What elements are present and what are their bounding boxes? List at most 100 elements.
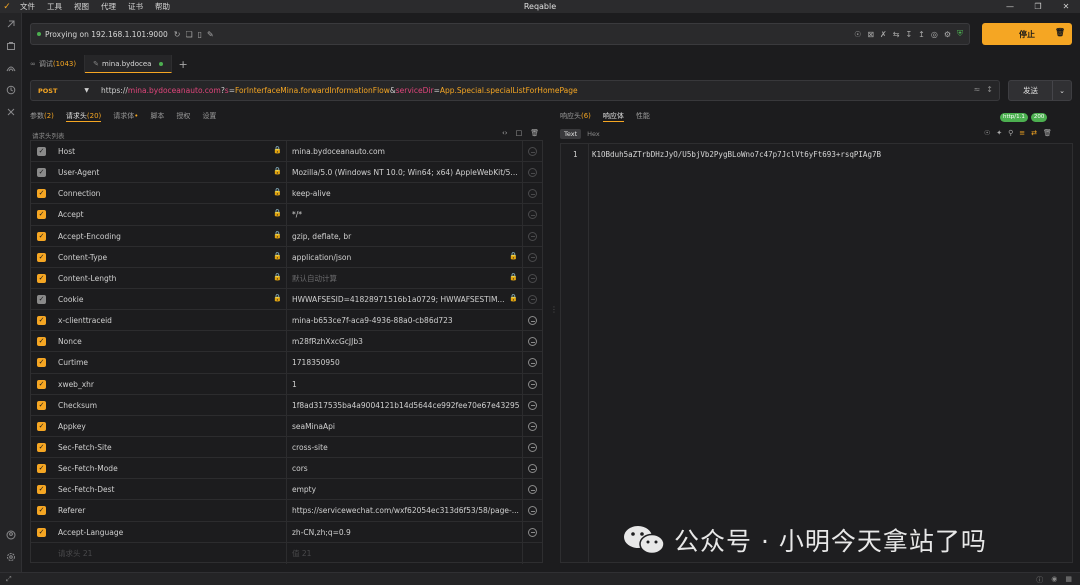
tab-params[interactable]: 参数(2) (30, 111, 54, 121)
menu-certificate[interactable]: 证书 (122, 0, 149, 13)
remove-icon[interactable] (528, 506, 537, 516)
header-checkbox[interactable]: ✓ (37, 294, 46, 304)
menu-view[interactable]: 视图 (68, 0, 95, 13)
header-key[interactable]: xweb_xhr (58, 374, 94, 395)
remove-icon[interactable] (528, 464, 537, 474)
header-key[interactable]: User-Agent (58, 162, 99, 183)
header-key[interactable]: Accept-Encoding (58, 226, 121, 247)
filter-icon[interactable]: ⊠ (867, 30, 874, 39)
header-value[interactable]: m28fRzhXxcGcJJb3 (292, 331, 520, 352)
code-icon[interactable]: ‹› (502, 129, 508, 137)
header-value[interactable]: */* (292, 204, 520, 225)
header-checkbox[interactable]: ✓ (37, 316, 46, 326)
trash-icon[interactable]: 🗑 (1043, 129, 1052, 137)
remove-icon[interactable] (528, 273, 537, 283)
panel-splitter[interactable]: ⋮ (550, 305, 558, 314)
header-checkbox[interactable]: ✓ (37, 210, 46, 220)
header-value[interactable]: mina.bydoceanauto.com (292, 141, 520, 162)
header-value[interactable]: https://servicewechat.com/wxf62054ec313d… (292, 500, 520, 521)
tab-response-body[interactable]: 响应体 (602, 111, 624, 122)
signal-icon[interactable] (0, 57, 22, 79)
tab-headers[interactable]: 请求头(20) (65, 111, 102, 122)
menu-help[interactable]: 帮助 (149, 0, 176, 13)
url-expand-icon[interactable]: ↕ (986, 85, 993, 94)
wrap-icon[interactable]: ≡ (1019, 129, 1025, 137)
header-checkbox[interactable]: ✓ (37, 147, 46, 156)
header-key[interactable]: Content-Length (58, 268, 116, 289)
remove-icon[interactable] (528, 358, 537, 368)
tools-cross-icon[interactable]: ✗ (880, 30, 887, 39)
new-header-value-input[interactable]: 值 21 (292, 543, 520, 564)
expand-icon[interactable]: ⤢ (6, 575, 12, 584)
header-checkbox[interactable]: ✓ (37, 506, 46, 516)
header-checkbox[interactable]: ✓ (37, 400, 46, 410)
tab-request[interactable]: ✎ mina.bydocea (85, 55, 173, 73)
header-checkbox[interactable]: ✓ (37, 337, 46, 347)
header-checkbox[interactable]: ✓ (37, 358, 46, 368)
help-icon[interactable]: ⓘ (1036, 575, 1043, 585)
header-checkbox[interactable]: ✓ (37, 168, 46, 178)
header-checkbox[interactable]: ✓ (37, 485, 46, 495)
collection-icon[interactable] (0, 35, 22, 57)
trash-icon[interactable]: 🗑 (530, 129, 539, 137)
url-encode-icon[interactable]: ≈ (974, 85, 981, 94)
header-value[interactable]: HWWAFSESID=41828971516b1a0729; HWWAFSEST… (292, 289, 520, 310)
remove-icon[interactable] (528, 421, 537, 431)
header-value[interactable]: empty (292, 479, 520, 500)
header-value[interactable]: 1718350950 (292, 352, 520, 373)
send-button[interactable]: 发送 ⌄ (1008, 80, 1072, 101)
tools-icon[interactable] (0, 101, 22, 123)
settings-icon[interactable] (0, 546, 22, 568)
remove-icon[interactable] (528, 168, 537, 178)
remove-icon[interactable] (528, 316, 537, 326)
header-value[interactable]: 1 (292, 374, 520, 395)
menu-proxy[interactable]: 代理 (95, 0, 122, 13)
format-icon[interactable]: ⇄ (1031, 129, 1037, 137)
target-icon[interactable]: ☉ (854, 30, 861, 39)
header-checkbox[interactable]: ✓ (37, 231, 46, 241)
format-hex[interactable]: Hex (583, 129, 604, 139)
remove-icon[interactable] (528, 210, 537, 220)
tab-response-headers[interactable]: 响应头(6) (560, 111, 591, 121)
header-value[interactable]: cross-site (292, 437, 520, 458)
header-key[interactable]: Connection (58, 183, 100, 204)
remove-icon[interactable] (528, 527, 537, 537)
remove-icon[interactable] (528, 231, 537, 241)
refresh-icon[interactable]: ↻ (174, 30, 181, 39)
header-key[interactable]: Content-Type (58, 247, 107, 268)
header-checkbox[interactable]: ✓ (37, 189, 46, 199)
tab-auth[interactable]: 授权 (176, 111, 190, 121)
remove-icon[interactable] (528, 294, 537, 304)
header-checkbox[interactable]: ✓ (37, 442, 46, 452)
method-select[interactable]: POST ▼ (31, 81, 95, 100)
breakpoint-icon[interactable]: ◎ (931, 30, 938, 39)
remove-icon[interactable] (528, 485, 537, 495)
upload-icon[interactable]: ↥ (918, 30, 925, 39)
header-key[interactable]: Sec-Fetch-Mode (58, 458, 118, 479)
download-icon[interactable]: ↧ (905, 30, 912, 39)
new-header-key-input[interactable]: 请求头 21 (58, 543, 92, 564)
mobile-icon[interactable]: ▯ (198, 30, 202, 39)
capture-icon[interactable] (0, 13, 22, 35)
remove-icon[interactable] (528, 252, 537, 262)
header-key[interactable]: Checksum (58, 395, 97, 416)
header-value[interactable]: seaMinaApi (292, 416, 520, 437)
tab-performance[interactable]: 性能 (636, 111, 650, 121)
header-value[interactable]: keep-alive (292, 183, 520, 204)
header-key[interactable]: Cookie (58, 289, 83, 310)
header-value[interactable]: 1f8ad317535ba4a9004121b14d5644ce992fee70… (292, 395, 520, 416)
header-key[interactable]: x-clienttraceid (58, 310, 112, 331)
tab-settings[interactable]: 设置 (202, 111, 216, 121)
header-key[interactable]: Accept-Language (58, 522, 123, 543)
header-key[interactable]: Referer (58, 500, 85, 521)
stop-button[interactable]: 停止 🗑 (982, 23, 1072, 45)
minimize-icon[interactable]: — (996, 0, 1024, 13)
shield-icon[interactable]: ⛨ (957, 29, 963, 39)
remove-icon[interactable] (528, 147, 537, 156)
header-value[interactable]: application/json (292, 247, 520, 268)
url-input[interactable]: https://mina.bydoceanauto.com?s=ForInter… (95, 86, 578, 95)
header-value[interactable]: zh-CN,zh;q=0.9 (292, 522, 520, 543)
copy-icon[interactable]: ❏ (185, 30, 192, 39)
header-checkbox[interactable]: ✓ (37, 421, 46, 431)
chevron-down-icon[interactable]: ⌄ (1053, 87, 1071, 95)
